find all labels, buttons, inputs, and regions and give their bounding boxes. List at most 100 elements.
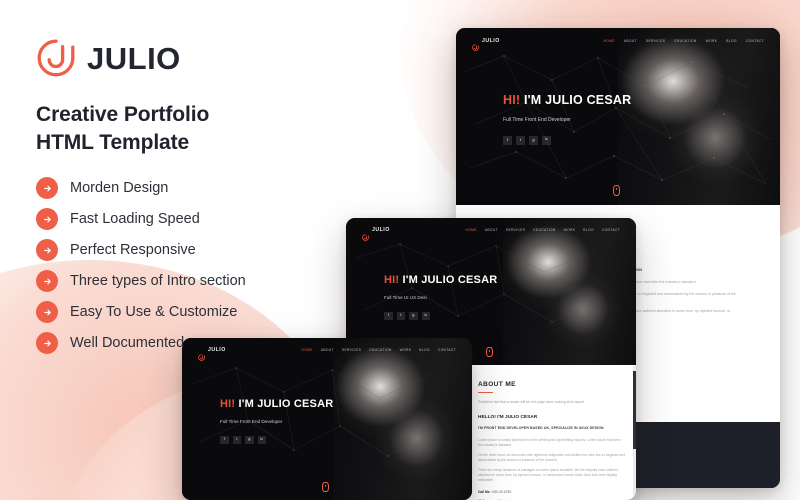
- julio-circle-j-logo-icon: [472, 38, 479, 51]
- nav-item-work[interactable]: WORK: [400, 349, 412, 353]
- page-title: Creative Portfolio HTML Template: [36, 101, 366, 156]
- nav-menu: HOME ABOUT SERVICES EDUCATION WORK BLOG …: [465, 229, 620, 233]
- navbar-brand[interactable]: JULIO: [472, 37, 500, 51]
- hero-name: I'M JULIO CESAR: [238, 398, 334, 410]
- feature-label: Fast Loading Speed: [70, 211, 200, 228]
- promo-title-line-2: HTML Template: [36, 130, 190, 154]
- social-links: f t g in: [503, 135, 780, 145]
- nav-item-education[interactable]: EDUCATION: [369, 349, 391, 353]
- scrollbar[interactable]: [633, 365, 636, 500]
- template-preview-bottom[interactable]: JULIO HOME ABOUT SERVICES EDUCATION WORK…: [182, 338, 472, 500]
- about-subheading: HELLO! I'M JULIO CESAR: [478, 415, 538, 421]
- hero-greeting: HI!: [220, 398, 236, 410]
- nav-item-services[interactable]: SERVICES: [646, 39, 665, 43]
- hero-section: JULIO HOME ABOUT SERVICES EDUCATION WORK…: [182, 338, 472, 500]
- about-paragraph-3: There are many variations of passages of…: [478, 467, 618, 483]
- scroll-down-indicator-icon[interactable]: [322, 482, 329, 492]
- hero-copy: HI! I'M JULIO CESAR Full Time Front End …: [182, 355, 472, 445]
- nav-item-work[interactable]: WORK: [706, 39, 718, 43]
- google-plus-icon[interactable]: g: [529, 135, 538, 145]
- site-navbar: JULIO HOME ABOUT SERVICES EDUCATION WORK…: [346, 218, 636, 241]
- nav-item-education[interactable]: EDUCATION: [533, 229, 555, 233]
- nav-item-home[interactable]: HOME: [465, 229, 476, 233]
- list-item: Easy To Use & Customize: [36, 301, 366, 324]
- hero-greeting: HI!: [503, 93, 521, 107]
- contact-phone-label: Call Me :: [478, 490, 492, 495]
- about-paragraph-2: On the other hand, we denounce with righ…: [478, 452, 625, 462]
- nav-item-contact[interactable]: CONTACT: [602, 229, 620, 233]
- hero-headline: HI! I'M JULIO CESAR: [503, 94, 780, 107]
- brand-logo: JULIO: [36, 38, 366, 78]
- heading-underline: [478, 392, 493, 394]
- list-item: Fast Loading Speed: [36, 208, 366, 231]
- nav-item-work[interactable]: WORK: [564, 229, 576, 233]
- arrow-right-icon: [36, 208, 58, 231]
- nav-item-home[interactable]: HOME: [603, 39, 614, 43]
- arrow-right-icon: [36, 270, 58, 293]
- feature-label: Easy To Use & Customize: [70, 304, 238, 321]
- nav-item-education[interactable]: EDUCATION: [674, 39, 696, 43]
- brand-name: JULIO: [87, 40, 181, 76]
- list-item: Three types of Intro section: [36, 270, 366, 293]
- arrow-right-icon: [36, 239, 58, 262]
- nav-item-blog[interactable]: BLOG: [726, 39, 737, 43]
- hero-copy: HI! I'M JULIO CESAR Full Time Front End …: [456, 45, 780, 145]
- arrow-right-icon: [36, 177, 58, 200]
- hero-subtitle: Full Time Front End Developer: [503, 116, 571, 123]
- scroll-down-indicator-icon[interactable]: [613, 185, 620, 196]
- nav-item-contact[interactable]: CONTACT: [746, 39, 764, 43]
- promo-column: JULIO Creative Portfolio HTML Template M…: [36, 38, 366, 355]
- promo-title-line-1: Creative Portfolio: [36, 103, 210, 126]
- social-links: f t g in: [384, 311, 636, 321]
- nav-item-services[interactable]: SERVICES: [506, 229, 525, 233]
- hero-headline: HI! I'M JULIO CESAR: [220, 399, 472, 410]
- hero-section: JULIO HOME ABOUT SERVICES EDUCATION WORK…: [456, 28, 780, 205]
- about-lead: Published fact that a reader will be of …: [478, 400, 585, 405]
- facebook-icon[interactable]: f: [384, 311, 393, 321]
- nav-menu: HOME ABOUT SERVICES EDUCATION WORK BLOG …: [603, 39, 764, 43]
- list-item: Perfect Responsive: [36, 239, 366, 262]
- feature-label: Three types of Intro section: [70, 273, 246, 290]
- nav-item-about[interactable]: ABOUT: [485, 229, 498, 233]
- linkedin-icon[interactable]: in: [542, 135, 551, 145]
- navbar-brand-name: JULIO: [482, 37, 500, 44]
- hero-greeting: HI!: [384, 274, 400, 286]
- arrow-right-icon: [36, 332, 58, 355]
- nav-item-blog[interactable]: BLOG: [419, 349, 430, 353]
- julio-circle-j-logo-icon: [36, 38, 76, 78]
- hero-subtitle: Full Time Front End Developer: [220, 419, 283, 424]
- twitter-icon[interactable]: t: [396, 311, 405, 321]
- facebook-icon[interactable]: f: [220, 435, 229, 445]
- google-plus-icon[interactable]: g: [245, 435, 254, 445]
- about-paragraph-1: Lorem Ipsum is simply dummy text of the …: [478, 437, 621, 447]
- navbar-brand-name: JULIO: [372, 227, 390, 234]
- scroll-down-indicator-icon[interactable]: [486, 347, 493, 357]
- arrow-right-icon: [36, 301, 58, 324]
- feature-list: Morden Design Fast Loading Speed Perfect…: [36, 177, 366, 355]
- hero-copy: HI! I'M JULIO CESAR Full Time UI UX Desi…: [346, 235, 636, 321]
- social-links: f t g in: [220, 435, 472, 445]
- about-section: ABOUT ME Published fact that a reader wi…: [464, 365, 636, 500]
- linkedin-icon[interactable]: in: [257, 435, 266, 445]
- facebook-icon[interactable]: f: [503, 135, 512, 145]
- twitter-icon[interactable]: t: [516, 135, 525, 145]
- hero-headline: HI! I'M JULIO CESAR: [384, 275, 636, 286]
- list-item: Well Documented: [36, 332, 366, 355]
- google-plus-icon[interactable]: g: [409, 311, 418, 321]
- twitter-icon[interactable]: t: [232, 435, 241, 445]
- feature-label: Well Documented: [70, 335, 185, 352]
- about-role: I'M FRONT END DEVELOPER BASED UK, SPECIA…: [478, 426, 604, 430]
- nav-item-blog[interactable]: BLOG: [583, 229, 594, 233]
- nav-item-about[interactable]: ABOUT: [624, 39, 637, 43]
- contact-phone-value: 555-45-6789: [492, 490, 512, 495]
- site-navbar: JULIO HOME ABOUT SERVICES EDUCATION WORK…: [456, 28, 780, 51]
- section-heading: ABOUT ME: [478, 381, 516, 388]
- hero-name: I'M JULIO CESAR: [523, 93, 632, 107]
- contact-phone: Call Me : 555-45-6789: [478, 490, 626, 495]
- feature-label: Perfect Responsive: [70, 242, 196, 259]
- list-item: Morden Design: [36, 177, 366, 200]
- navbar-brand[interactable]: JULIO: [362, 227, 390, 241]
- hero-name: I'M JULIO CESAR: [402, 274, 498, 286]
- linkedin-icon[interactable]: in: [421, 311, 430, 321]
- nav-item-contact[interactable]: CONTACT: [438, 349, 456, 353]
